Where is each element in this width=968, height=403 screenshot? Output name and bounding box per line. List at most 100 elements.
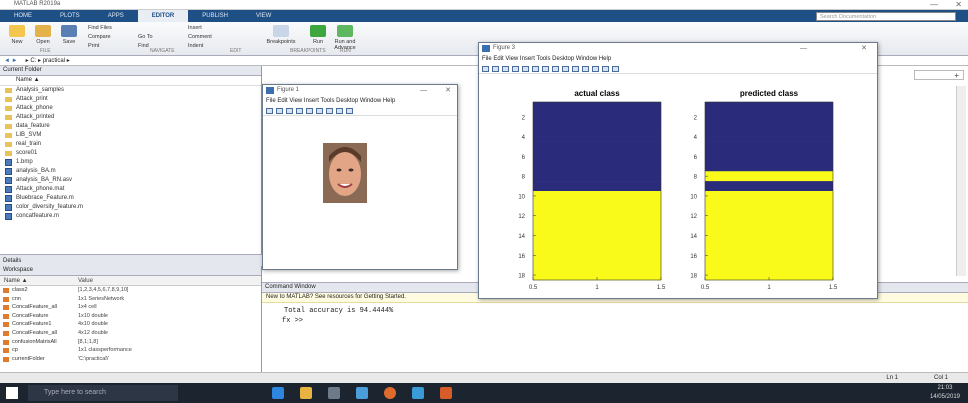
editor-scrollbar[interactable] xyxy=(956,86,966,276)
ws-col-name[interactable]: Name ▲ xyxy=(0,276,78,285)
print-icon[interactable] xyxy=(512,65,519,72)
tab-plots[interactable]: PLOTS xyxy=(46,10,94,22)
legend-icon[interactable] xyxy=(612,65,619,72)
tab-home[interactable]: HOME xyxy=(0,10,46,22)
heatmap-cell xyxy=(533,171,661,182)
new-figure-icon[interactable] xyxy=(482,65,489,72)
figure1-close[interactable]: ✕ xyxy=(445,85,451,96)
new-button[interactable]: New xyxy=(6,25,28,45)
workspace-row[interactable]: ConcatFeature1 4x10 double xyxy=(0,320,261,329)
folder-item[interactable]: Attack_phone.mat xyxy=(0,185,261,194)
workspace-row[interactable]: ConcatFeature 1x10 double xyxy=(0,312,261,321)
brush-icon[interactable] xyxy=(582,65,589,72)
taskbar-search-input[interactable]: Type here to search xyxy=(28,385,178,401)
workspace-row[interactable]: ConcatFeature_all 4x12 double xyxy=(0,329,261,338)
windows-start-icon[interactable] xyxy=(6,387,18,399)
heatmap-cell xyxy=(705,260,833,271)
app-icon[interactable] xyxy=(356,387,368,399)
folder-item[interactable]: analysis_BA.m xyxy=(0,167,261,176)
folder-item[interactable]: Bluebrace_Feature.m xyxy=(0,194,261,203)
folder-item[interactable]: color_diversity_feature.m xyxy=(0,203,261,212)
workspace-row[interactable]: ConcatFeature_all 1x4 cell xyxy=(0,303,261,312)
folder-column-header[interactable]: Name ▲ xyxy=(0,76,261,86)
workspace-row[interactable]: currentFolder 'C:\practical\' xyxy=(0,355,261,364)
save-icon[interactable] xyxy=(502,65,509,72)
figure3-minimize[interactable]: — xyxy=(800,43,807,54)
edge-browser-icon[interactable] xyxy=(272,387,284,399)
pan-icon[interactable] xyxy=(336,107,343,114)
breakpoints-button[interactable]: Breakpoints xyxy=(262,25,300,45)
pan-icon[interactable] xyxy=(552,65,559,72)
command-output: Total accuracy is 94.4444% xyxy=(284,307,394,315)
taskbar-clock[interactable]: 21:03 14/05/2019 xyxy=(930,384,960,402)
folder-item[interactable]: Analysis_samples xyxy=(0,86,261,95)
rotate-icon[interactable] xyxy=(562,65,569,72)
open-icon[interactable] xyxy=(492,65,499,72)
go-to-button[interactable]: Go To xyxy=(138,34,174,40)
rotate-icon[interactable] xyxy=(346,107,353,114)
word-icon[interactable] xyxy=(412,387,424,399)
colorbar-icon[interactable] xyxy=(602,65,609,72)
command-prompt[interactable]: fx >> xyxy=(262,315,968,325)
data-cursor-icon[interactable] xyxy=(572,65,579,72)
folder-item[interactable]: Attack_print xyxy=(0,95,261,104)
matlab-taskbar-icon[interactable] xyxy=(440,387,452,399)
workspace-row[interactable]: class2 [1,2,3,4,5,6,7,8,9,10] xyxy=(0,286,261,295)
add-editor-tab-button[interactable]: + xyxy=(914,70,964,80)
find-files-button[interactable]: Find Files xyxy=(88,25,128,31)
heatmap-cell xyxy=(705,230,833,241)
folder-item[interactable]: score01 xyxy=(0,149,261,158)
zoom-in-icon[interactable] xyxy=(316,107,323,114)
zoom-out-icon[interactable] xyxy=(542,65,549,72)
folder-item[interactable]: concatfeature.m xyxy=(0,212,261,221)
tab-editor[interactable]: EDITOR xyxy=(137,10,189,22)
figure3-menubar[interactable]: File Edit View Insert Tools Desktop Wind… xyxy=(479,54,877,64)
workspace-row[interactable]: cnn 1x1 SeriesNetwork xyxy=(0,295,261,304)
file-explorer-icon[interactable] xyxy=(300,387,312,399)
folder-item[interactable]: Attack_phone xyxy=(0,104,261,113)
compare-button[interactable]: Compare xyxy=(88,34,128,40)
zoom-out-icon[interactable] xyxy=(326,107,333,114)
details-panel-header[interactable]: Details xyxy=(0,254,262,266)
link-icon[interactable] xyxy=(592,65,599,72)
store-icon[interactable] xyxy=(328,387,340,399)
folder-up-icon[interactable]: ◄ ► xyxy=(4,56,24,66)
window-title: MATLAB R2019a xyxy=(14,1,61,7)
save-icon[interactable] xyxy=(286,107,293,114)
figure3-close[interactable]: ✕ xyxy=(861,43,867,54)
open-button[interactable]: Open xyxy=(32,25,54,45)
indent-button[interactable]: Indent xyxy=(188,43,218,49)
new-figure-icon[interactable] xyxy=(266,107,273,114)
tab-apps[interactable]: APPS xyxy=(94,10,138,22)
figure1-menubar[interactable]: File Edit View Insert Tools Desktop Wind… xyxy=(263,96,457,106)
folder-item[interactable]: Attack_printed xyxy=(0,113,261,122)
tab-publish[interactable]: PUBLISH xyxy=(188,10,242,22)
folder-item[interactable]: 1.bmp xyxy=(0,158,261,167)
search-documentation-input[interactable]: Search Documentation xyxy=(816,12,956,21)
figure3-window[interactable]: Figure 3 — ✕ File Edit View Insert Tools… xyxy=(478,42,878,299)
workspace-row[interactable]: confusionMatrixAll [8,1;1,8] xyxy=(0,338,261,347)
folder-item[interactable]: data_feature xyxy=(0,122,261,131)
folder-item[interactable]: analysis_BA_RN.asv xyxy=(0,176,261,185)
print-icon[interactable] xyxy=(296,107,303,114)
chrome-icon[interactable] xyxy=(384,387,396,399)
zoom-in-icon[interactable] xyxy=(532,65,539,72)
pointer-icon[interactable] xyxy=(306,107,313,114)
folder-item[interactable]: real_train xyxy=(0,140,261,149)
tab-view[interactable]: VIEW xyxy=(242,10,285,22)
address-path[interactable]: ▸ C: ▸ practical ▸ xyxy=(26,58,70,64)
figure1-minimize[interactable]: — xyxy=(420,85,427,96)
comment-button[interactable]: Comment xyxy=(188,34,222,40)
minimize-button[interactable]: — xyxy=(930,0,938,9)
print-button[interactable]: Print xyxy=(88,43,128,49)
folder-item[interactable]: LIB_SVM xyxy=(0,131,261,140)
insert-button[interactable]: Insert xyxy=(188,25,218,31)
close-button[interactable]: ✕ xyxy=(955,0,962,9)
pointer-icon[interactable] xyxy=(522,65,529,72)
open-icon[interactable] xyxy=(276,107,283,114)
ws-col-value[interactable]: Value xyxy=(78,276,93,285)
run-button[interactable]: Run xyxy=(308,25,328,45)
workspace-row[interactable]: cp 1x1 classperformance xyxy=(0,346,261,355)
figure1-window[interactable]: Figure 1 — ✕ File Edit View Insert Tools… xyxy=(262,84,458,270)
save-button[interactable]: Save xyxy=(58,25,80,45)
